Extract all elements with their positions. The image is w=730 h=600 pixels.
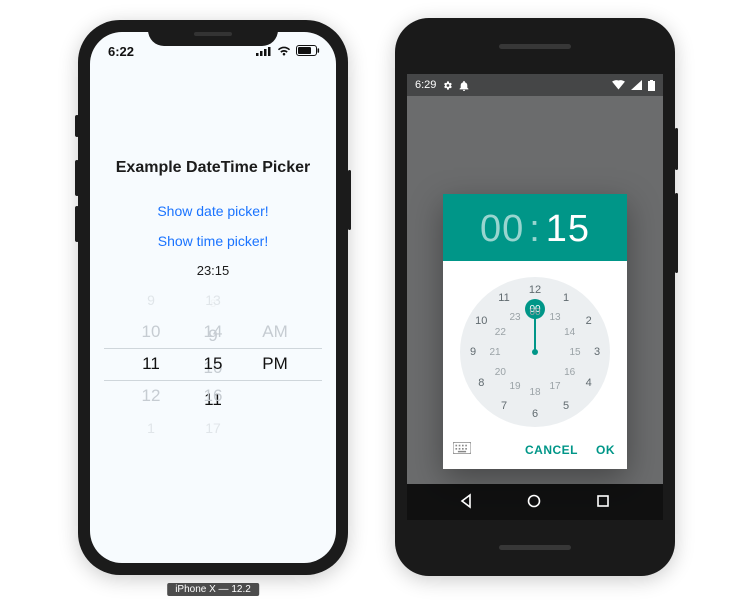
clock-inner-hour[interactable]: 17 [545,377,565,397]
android-navigation-bar [407,484,663,520]
battery-icon [296,44,318,59]
clock-outer-hour[interactable]: 4 [579,373,599,393]
iphone-notch [148,20,278,46]
ios-picker-minute-column[interactable]: 12 13 14 15 16 17 18 [182,288,244,402]
selected-time-label: 23:15 [90,263,336,278]
iphone-volume-up [75,160,79,196]
ios-picker-hour-column[interactable]: 8 9 10 11 12 1 [120,288,182,402]
recents-icon[interactable] [595,493,613,511]
clock-outer-hour[interactable]: 8 [471,373,491,393]
battery-icon [648,80,655,91]
clock-outer-hour[interactable]: 1 [556,288,576,308]
pixel-power-button [675,128,679,170]
settings-icon [442,80,453,91]
wifi-icon [277,44,291,59]
clock-outer-hour[interactable]: 12 [525,280,545,300]
clock-outer-hour[interactable]: 9 [463,342,483,362]
ios-clock: 6:22 [108,44,134,59]
clock-outer-hour[interactable]: 5 [556,396,576,416]
pixel-volume-rocker [675,193,679,273]
clock-inner-hour[interactable]: 21 [485,342,505,362]
clock-face[interactable]: 00 1212345678910110013141516171819202122… [460,277,610,427]
show-time-picker-button[interactable]: Show time picker! [90,233,336,249]
clock-inner-hour[interactable]: 00 [525,302,545,322]
clock-outer-hour[interactable]: 3 [587,342,607,362]
clock-outer-hour[interactable]: 10 [471,311,491,331]
iphone-mute-switch [75,115,79,137]
pixel-speaker [499,545,571,550]
iphone-screen: 6:22 Example DateTime Picker Show date p… [90,32,336,563]
clock-inner-hour[interactable]: 14 [560,322,580,342]
signal-icon [631,80,642,90]
clock-outer-hour[interactable]: 11 [494,288,514,308]
clock-inner-hour[interactable]: 23 [505,307,525,327]
pixel-earpiece [499,44,571,49]
pixel-screen: 6: 2 9 [407,74,663,520]
notification-icon [459,80,469,91]
pixel-2-device: 6: 2 9 [395,18,675,576]
iphone-side-button [348,170,352,230]
ios-time-picker[interactable]: 8 9 10 11 8 9 10 11 [104,288,322,438]
ok-button[interactable]: OK [596,443,615,457]
clock-outer-hour[interactable]: 6 [525,404,545,424]
back-icon[interactable] [458,493,476,511]
clock-inner-hour[interactable]: 20 [490,362,510,382]
wifi-icon [612,80,625,90]
android-clock: 6:29 [415,79,436,91]
page-title: Example DateTime Picker [90,159,336,177]
keyboard-icon[interactable] [453,441,471,459]
clock-outer-hour[interactable]: 2 [579,311,599,331]
clock-inner-hour[interactable]: 18 [525,382,545,402]
clock-inner-hour[interactable]: 15 [565,342,585,362]
ios-picker-ampm-column[interactable]: . . AM PM . [244,288,306,402]
iphone-volume-down [75,206,79,242]
clock-outer-hour[interactable]: 7 [494,396,514,416]
clock-center [532,349,538,355]
iphone-x-device: 6:22 Example DateTime Picker Show date p… [78,20,348,575]
show-date-picker-button[interactable]: Show date picker! [90,203,336,219]
dialog-header: 00 : 15 [443,194,627,261]
android-status-bar: 6:29 [407,74,663,96]
android-time-picker-dialog: 00 : 15 00 12123456789101100131415161718… [443,194,627,469]
device-caption: iPhone X — 12.2 [167,583,259,596]
cancel-button[interactable]: CANCEL [525,443,578,457]
selected-hour[interactable]: 00 [480,208,524,251]
time-colon: : [529,208,541,251]
home-icon[interactable] [526,493,544,511]
selected-minute[interactable]: 15 [546,208,590,251]
